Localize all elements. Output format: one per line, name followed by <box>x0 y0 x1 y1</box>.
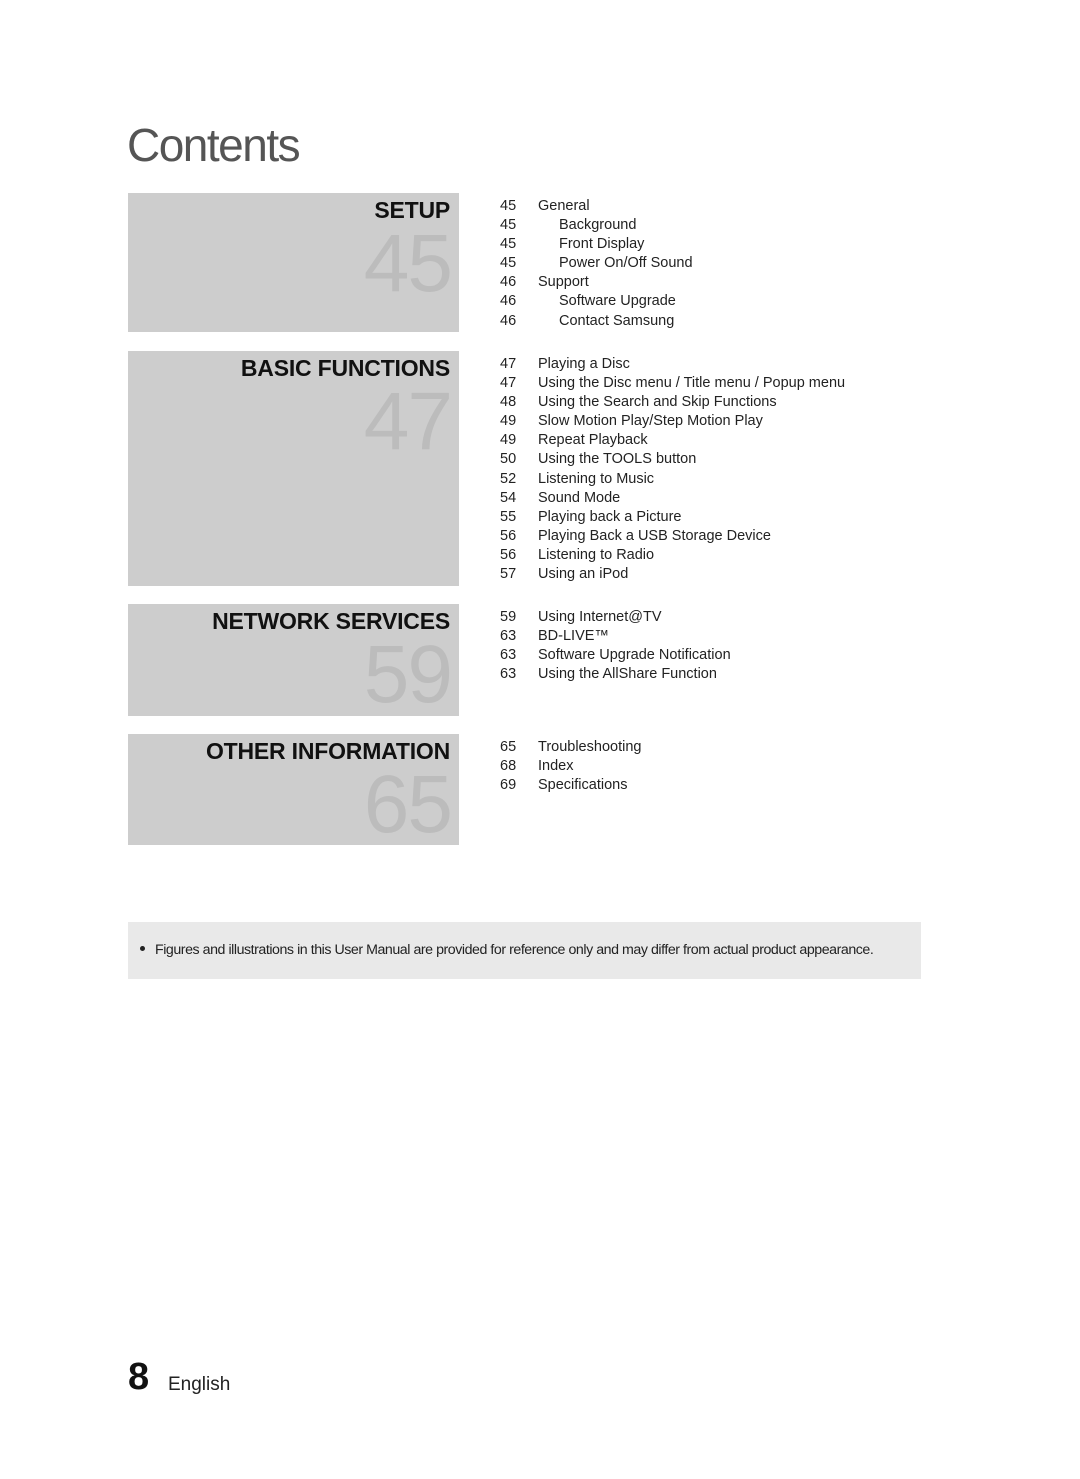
toc-entry-title: Listening to Music <box>538 470 655 487</box>
section-start-page: 59 <box>363 629 453 720</box>
toc-entry[interactable]: 54 Sound Mode <box>500 489 845 508</box>
toc-entry[interactable]: 59 Using Internet@TV <box>500 608 731 627</box>
toc-entry-page: 45 <box>500 198 517 214</box>
toc-entry[interactable]: 46 Software Upgrade <box>500 292 693 311</box>
toc-entry-title: Using the AllShare Function <box>538 666 717 683</box>
toc-entry-title: Contact Samsung <box>559 312 675 329</box>
toc-entry-title: Sound Mode <box>538 489 621 506</box>
toc-entry-page: 47 <box>500 375 517 392</box>
toc-entry-page: 46 <box>500 274 517 291</box>
toc-entry[interactable]: 46 Support <box>500 273 693 292</box>
toc-entry[interactable]: 69 Specifications <box>500 776 641 795</box>
toc-entry-title: Using Internet@TV <box>538 609 662 625</box>
footer-language: English <box>168 1374 231 1395</box>
toc-entry-page: 45 <box>500 236 517 253</box>
toc-entry-title: Specifications <box>538 777 628 794</box>
toc-entry-title: General <box>538 198 590 214</box>
toc-entry[interactable]: 63 Using the AllShare Function <box>500 665 731 684</box>
bullet-icon <box>140 945 145 951</box>
toc-entry[interactable]: 45 Background <box>500 216 693 235</box>
toc-entry[interactable]: 63 Software Upgrade Notification <box>500 646 731 665</box>
toc-entry-page: 69 <box>500 777 517 794</box>
toc-entry-title: Listening to Radio <box>538 546 655 563</box>
toc-entry-page: 56 <box>500 546 517 563</box>
section-box-network-services: NETWORK SERVICES 59 <box>128 604 459 716</box>
toc-entry[interactable]: 50 Using the TOOLS button <box>500 450 845 469</box>
note-bar: Figures and illustrations in this User M… <box>128 922 921 979</box>
toc-entry-page: 46 <box>500 293 517 310</box>
section-box-basic-functions: BASIC FUNCTIONS 47 <box>128 351 459 586</box>
toc-entry-title: BD-LIVE™ <box>538 628 609 645</box>
section-start-page: 47 <box>363 376 453 467</box>
toc-entry[interactable]: 56 Playing Back a USB Storage Device <box>500 527 845 546</box>
toc-entry-title: Repeat Playback <box>538 432 648 449</box>
toc-entry-page: 49 <box>500 432 517 449</box>
toc-entry[interactable]: 49 Repeat Playback <box>500 431 845 450</box>
toc-entry-title: Software Upgrade Notification <box>538 647 731 664</box>
toc-entry[interactable]: 57 Using an iPod <box>500 565 845 584</box>
footer-page-number: 8 <box>128 1356 150 1398</box>
toc-entry-page: 45 <box>500 255 517 272</box>
toc-entry-page: 57 <box>500 566 517 583</box>
toc-entry-title: Slow Motion Play/Step Motion Play <box>538 413 763 430</box>
section-start-page: 45 <box>363 218 453 309</box>
toc-entry-page: 47 <box>500 356 517 372</box>
note-text: Figures and illustrations in this User M… <box>155 942 874 958</box>
toc-entry[interactable]: 63 BD-LIVE™ <box>500 627 731 646</box>
section-start-page: 65 <box>363 759 453 850</box>
toc-entry-page: 63 <box>500 666 517 683</box>
toc-entry[interactable]: 55 Playing back a Picture <box>500 508 845 527</box>
toc-entry-page: 63 <box>500 628 517 645</box>
toc-entry-page: 49 <box>500 413 517 430</box>
toc-entry-page: 52 <box>500 470 517 487</box>
section-box-other-information: OTHER INFORMATION 65 <box>128 734 459 850</box>
toc-entry-page: 63 <box>500 647 517 664</box>
toc-entry[interactable]: 45 Power On/Off Sound <box>500 254 693 273</box>
toc-entry[interactable]: 68 Index <box>500 757 641 776</box>
page-title: Contents <box>127 119 301 171</box>
toc-entry-title: Using the TOOLS button <box>538 451 697 468</box>
toc-group-other-information: 65 Troubleshooting 68 Index 69 Specifications <box>500 738 641 795</box>
toc-entry-title: Support <box>538 274 589 291</box>
toc-entry-title: Troubleshooting <box>538 739 642 755</box>
toc-entry[interactable]: 45 Front Display <box>500 235 693 254</box>
toc-entry-title: Playing a Disc <box>538 356 630 372</box>
toc-entry-page: 68 <box>500 758 517 775</box>
toc-entry-page: 54 <box>500 489 517 506</box>
toc-group-setup: 45 General 45 Background 45 Front Display 45 Po… <box>500 197 693 331</box>
toc-entry-title: Using an iPod <box>538 566 629 583</box>
toc-entry-page: 55 <box>500 508 517 525</box>
toc-entry-title: Playing Back a USB Storage Device <box>538 527 771 544</box>
toc-entry-title: Playing back a Picture <box>538 508 682 525</box>
toc-entry[interactable]: 46 Contact Samsung <box>500 312 693 331</box>
toc-entry[interactable]: 47 Using the Disc menu / Title menu / Pop… <box>500 374 845 393</box>
toc-entry-title: Using the Disc menu / Title menu / Popup… <box>538 375 846 392</box>
toc-entry-title: Using the Search and Skip Functions <box>538 394 777 411</box>
toc-entry-page: 65 <box>500 739 517 755</box>
toc-entry-page: 59 <box>500 609 517 625</box>
toc-entry-page: 50 <box>500 451 517 468</box>
toc-entry-page: 45 <box>500 217 517 234</box>
toc-entry[interactable]: 48 Using the Search and Skip Functions <box>500 393 845 412</box>
toc-entry-page: 48 <box>500 394 517 411</box>
toc-entry-page: 56 <box>500 527 517 544</box>
toc-entry-title: Index <box>538 758 574 775</box>
section-box-setup: SETUP 45 <box>128 193 459 332</box>
toc-entry-title: Background <box>559 217 637 234</box>
toc-entry[interactable]: 65 Troubleshooting <box>500 738 641 757</box>
toc-group-network-services: 59 Using Internet@TV 63 BD-LIVE™ 63 Software … <box>500 608 731 684</box>
toc-entry-title: Front Display <box>559 236 645 253</box>
toc-entry[interactable]: 45 General <box>500 197 693 216</box>
toc-entry-page: 46 <box>500 312 517 329</box>
toc-entry-title: Power On/Off Sound <box>559 255 693 272</box>
toc-entry[interactable]: 49 Slow Motion Play/Step Motion Play <box>500 412 845 431</box>
toc-group-basic-functions: 47 Playing a Disc 47 Using the Disc menu / … <box>500 355 845 584</box>
toc-entry[interactable]: 52 Listening to Music <box>500 470 845 489</box>
toc-entry[interactable]: 47 Playing a Disc <box>500 355 845 374</box>
toc-entry[interactable]: 56 Listening to Radio <box>500 546 845 565</box>
toc-entry-title: Software Upgrade <box>559 293 676 310</box>
